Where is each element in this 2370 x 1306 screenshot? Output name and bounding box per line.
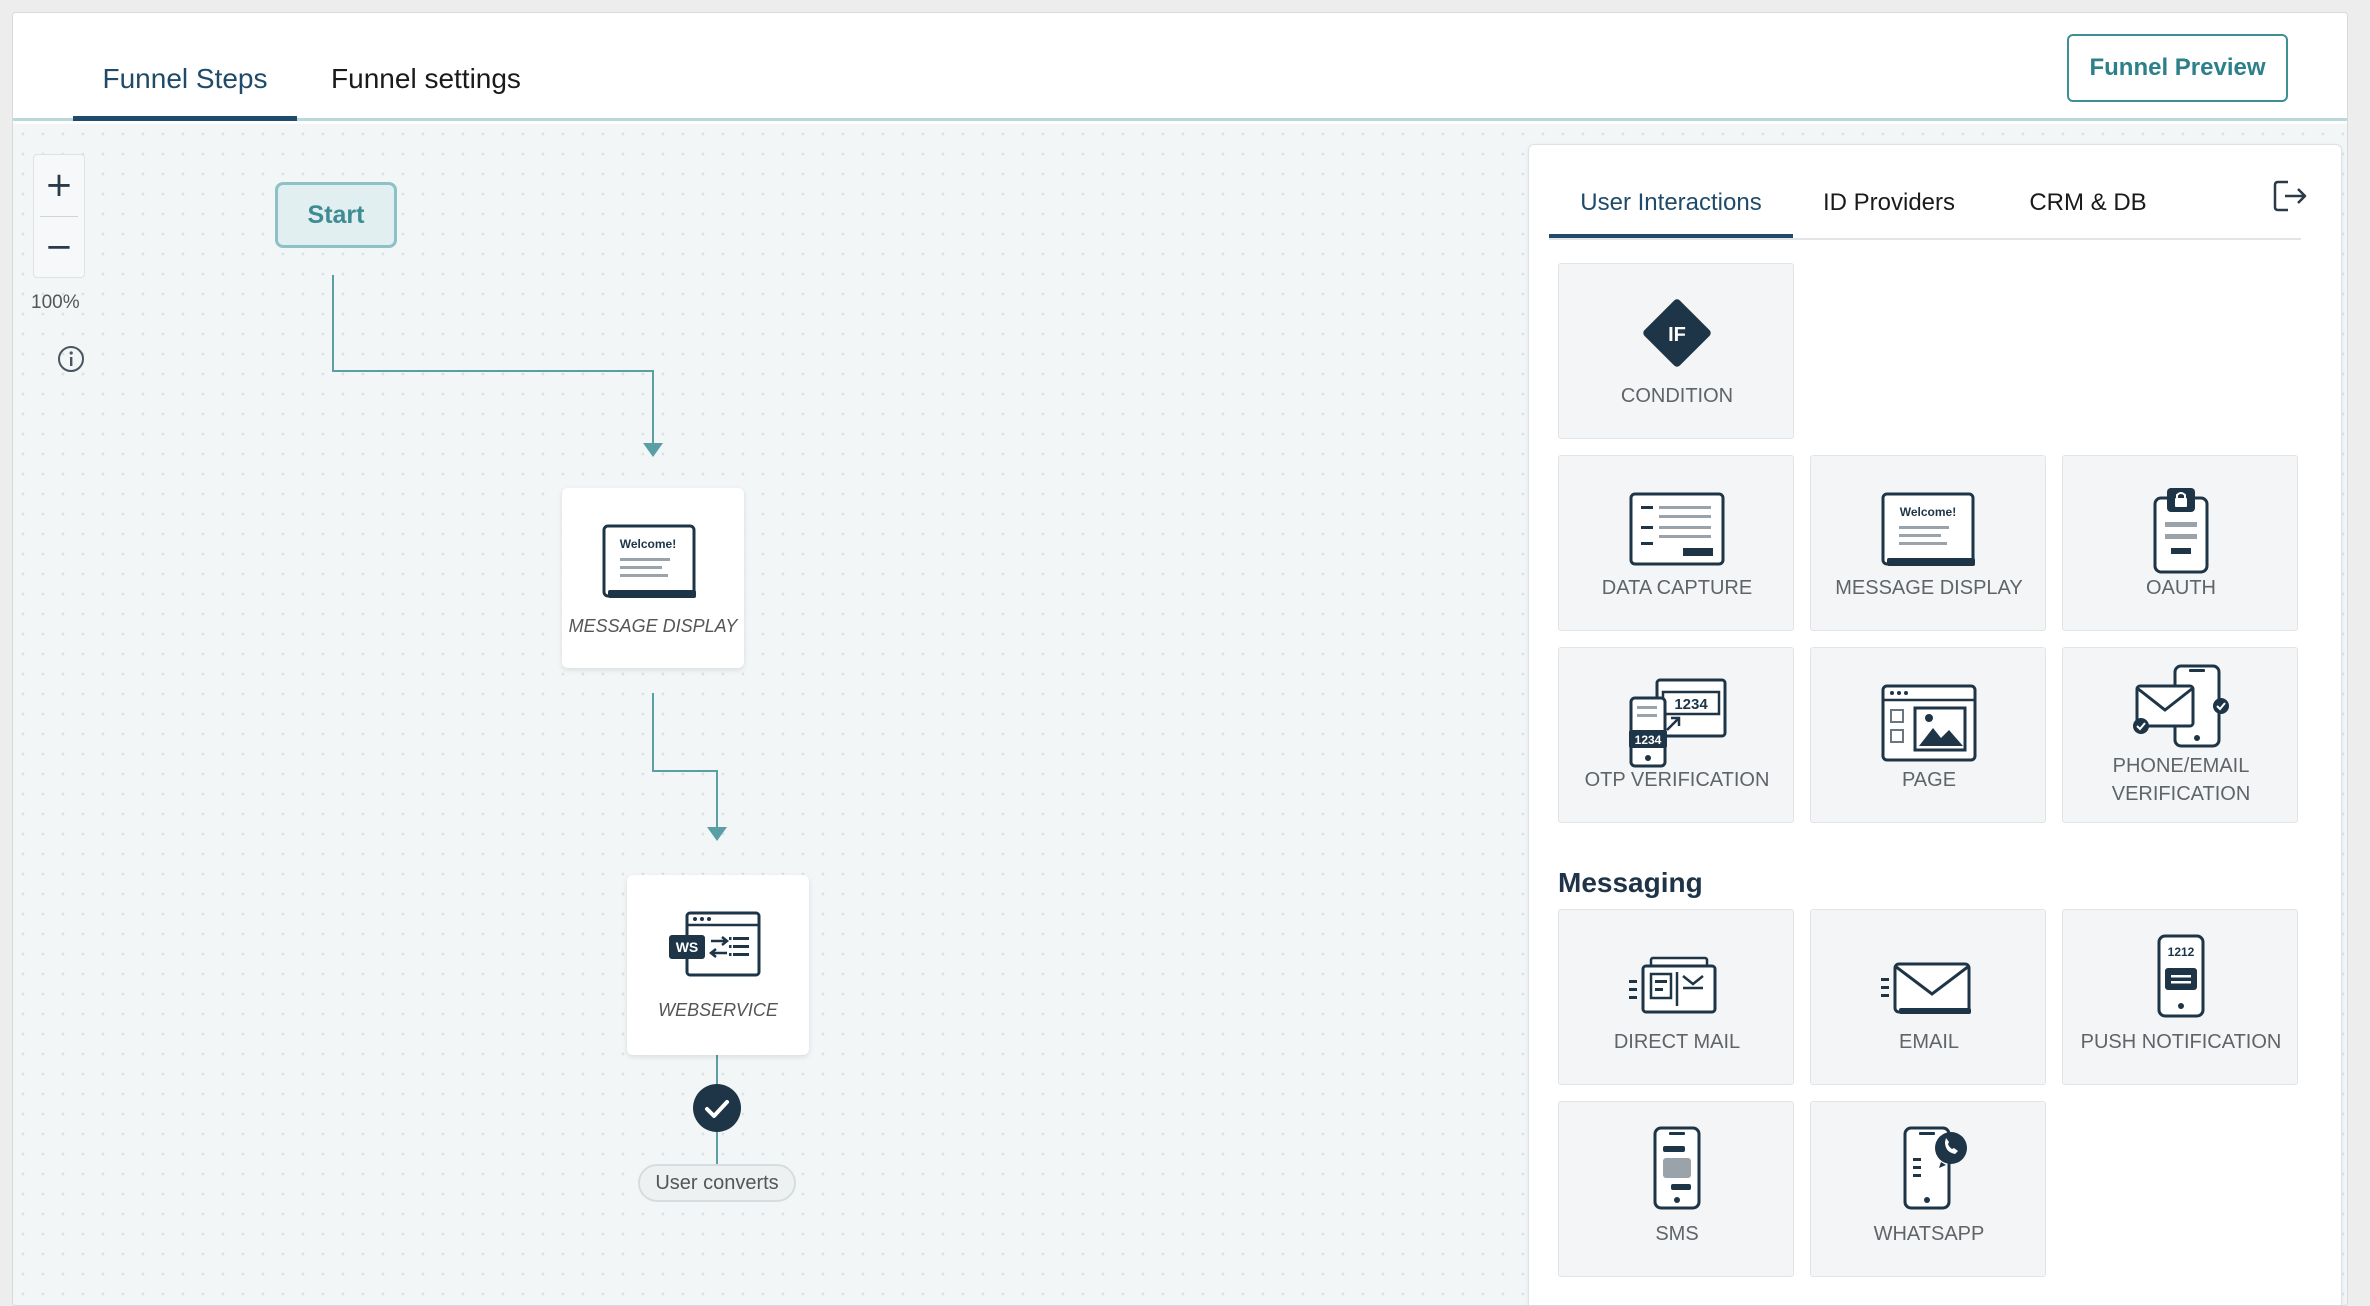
component-card-otp-verification[interactable]: 1234 1234 OTP VERIFICATION: [1558, 647, 1794, 823]
component-label: OTP VERIFICATION: [1584, 769, 1770, 791]
flow-node-label: MESSAGE DISPLAY: [568, 616, 738, 636]
component-card-page[interactable]: PAGE: [1810, 647, 2046, 823]
icon-text: WS: [676, 939, 699, 955]
otp-verification-icon: 1234 1234: [1629, 678, 1727, 768]
funnel-editor-window: Funnel Steps Funnel settings Funnel Prev…: [12, 12, 2348, 1306]
direct-mail-icon: [1629, 956, 1717, 1014]
component-card-message-display[interactable]: Welcome! MESSAGE DISPLAY: [1810, 455, 2046, 631]
component-card-condition[interactable]: IF CONDITION: [1558, 263, 1794, 439]
email-icon: [1881, 962, 1971, 1014]
start-node[interactable]: Start: [275, 182, 397, 248]
sms-icon: [1653, 1126, 1701, 1210]
user-converts-badge: User converts: [638, 1164, 796, 1202]
component-label: OAUTH: [2146, 577, 2216, 599]
icon-text: Welcome!: [1900, 505, 1956, 519]
push-notification-icon: 1212: [2157, 934, 2205, 1018]
tab-id-providers[interactable]: ID Providers: [1809, 189, 1969, 239]
conversion-check-icon: [693, 1084, 741, 1132]
component-label: MESSAGE DISPLAY: [1835, 577, 2023, 599]
condition-icon: IF: [1643, 299, 1711, 367]
message-display-icon: Welcome!: [1881, 492, 1975, 566]
tab-underline: [1549, 238, 2301, 240]
whatsapp-icon: [1903, 1126, 1967, 1210]
data-capture-icon: [1629, 492, 1725, 566]
icon-text: 1212: [2168, 945, 2195, 959]
tab-funnel-settings[interactable]: Funnel settings: [321, 63, 531, 121]
flow-node-message-display[interactable]: Welcome! MESSAGE DISPLAY: [562, 488, 744, 668]
component-card-email[interactable]: EMAIL: [1810, 909, 2046, 1085]
component-label: CONDITION: [1620, 385, 1734, 407]
component-label: PHONE/EMAIL VERIFICATION: [2111, 755, 2251, 805]
funnel-preview-button[interactable]: Funnel Preview: [2067, 34, 2288, 102]
oauth-icon: [2153, 488, 2209, 574]
flow-node-label: WEBSERVICE: [658, 1000, 778, 1020]
component-card-phone-email-verification[interactable]: PHONE/EMAIL VERIFICATION: [2062, 647, 2298, 823]
icon-text: 1234: [1635, 733, 1662, 747]
component-card-data-capture[interactable]: DATA CAPTURE: [1558, 455, 1794, 631]
component-card-direct-mail[interactable]: DIRECT MAIL: [1558, 909, 1794, 1085]
component-card-oauth[interactable]: OAUTH: [2062, 455, 2298, 631]
component-label: WHATSAPP: [1873, 1223, 1985, 1245]
close-panel-icon[interactable]: [2271, 177, 2309, 215]
tab-user-interactions[interactable]: User Interactions: [1549, 189, 1793, 239]
webservice-icon: WS: [669, 911, 761, 977]
messaging-section-title: Messaging: [1558, 867, 1703, 898]
component-label: PUSH NOTIFICATION: [2080, 1031, 2282, 1053]
component-label: DATA CAPTURE: [1601, 577, 1753, 599]
icon-text: Welcome!: [620, 537, 676, 551]
component-card-push-notification[interactable]: 1212 PUSH NOTIFICATION: [2062, 909, 2298, 1085]
page-icon: [1881, 684, 1977, 762]
tab-crm-db[interactable]: CRM & DB: [2023, 189, 2153, 239]
component-card-sms[interactable]: SMS: [1558, 1101, 1794, 1277]
message-display-icon: Welcome!: [602, 524, 696, 598]
component-label: EMAIL: [1898, 1031, 1960, 1053]
component-label: PAGE: [1901, 769, 1957, 791]
flow-connectors: [332, 275, 727, 1164]
component-card-whatsapp[interactable]: WHATSAPP: [1810, 1101, 2046, 1277]
tab-funnel-steps[interactable]: Funnel Steps: [73, 63, 297, 121]
icon-text: IF: [1668, 324, 1686, 346]
phone-email-verification-icon: [2133, 664, 2229, 748]
component-label: DIRECT MAIL: [1613, 1031, 1741, 1053]
component-label: SMS: [1655, 1223, 1699, 1245]
flow-node-webservice[interactable]: WS WEBSERVICE: [627, 875, 809, 1055]
header-bar: Funnel Steps Funnel settings Funnel Prev…: [13, 13, 2347, 121]
icon-text: 1234: [1674, 696, 1708, 713]
